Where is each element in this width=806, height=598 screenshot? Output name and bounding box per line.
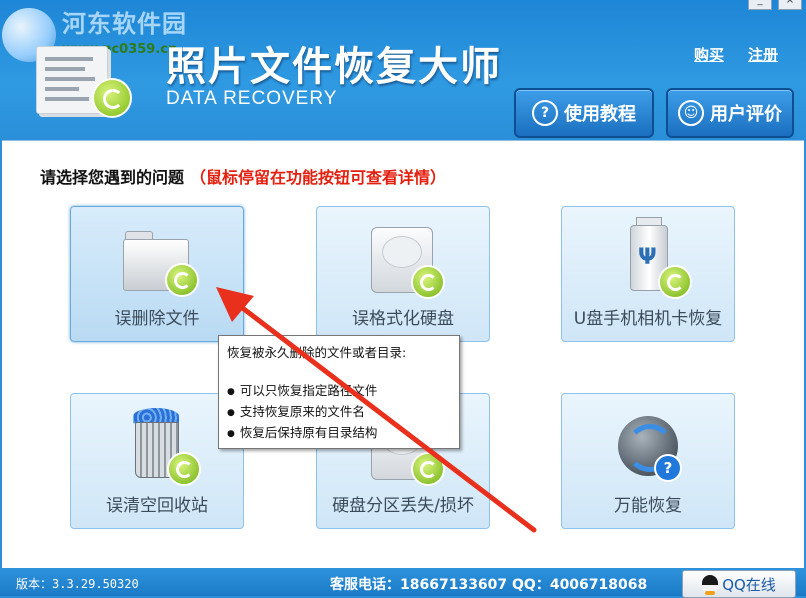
buy-link[interactable]: 购买 (694, 44, 724, 65)
review-button-label: 用户评价 (710, 104, 782, 125)
qq-online-button[interactable]: QQ在线 (682, 570, 796, 598)
tooltip-item: 恢复后保持原有目录结构 (227, 422, 378, 443)
qq-penguin-icon (702, 575, 719, 595)
prompt-label: 请选择您遇到的问题 (40, 168, 185, 187)
usb-recover-icon: Ψ (608, 217, 692, 299)
tile-label: 误删除文件 (114, 309, 200, 329)
harddisk-recover-icon (363, 221, 445, 299)
tile-label: 误格式化硬盘 (352, 309, 454, 329)
tooltip-heading: 恢复被永久删除的文件或者目录: (227, 345, 407, 360)
tutorial-button-label: 使用教程 (564, 104, 636, 125)
recycle-bin-recover-icon (117, 408, 201, 486)
review-button[interactable]: ☺ 用户评价 (666, 88, 794, 138)
folder-recover-icon (117, 221, 199, 297)
app-title: 照片文件恢复大师 (166, 44, 502, 90)
tile-label: 万能恢复 (614, 496, 682, 516)
tile-label: 硬盘分区丢失/损坏 (332, 496, 474, 516)
close-button[interactable]: × (778, 0, 802, 10)
tile-universal[interactable]: ? 万能恢复 (561, 393, 735, 529)
refresh-icon (92, 78, 132, 118)
qq-online-label: QQ在线 (722, 575, 776, 594)
prompt-text: 请选择您遇到的问题 （鼠标停留在功能按钮可查看详情） (40, 164, 446, 188)
tooltip-item: 可以只恢复指定路径文件 (227, 380, 378, 401)
minimize-button[interactable]: _ (748, 0, 772, 10)
universal-recover-icon: ? (608, 408, 688, 482)
contact-info: 客服电话：18667133607 QQ：4006718068 (330, 577, 648, 593)
tile-usb-card[interactable]: Ψ U盘手机相机卡恢复 (561, 206, 735, 342)
hint-text: （鼠标停留在功能按钮可查看详情） (190, 168, 447, 187)
app-subtitle: DATA RECOVERY (166, 88, 338, 109)
tile-deleted-files[interactable]: 误删除文件 (70, 206, 244, 342)
smile-icon: ☺ (678, 100, 704, 126)
question-icon: ? (532, 100, 558, 126)
tutorial-button[interactable]: ? 使用教程 (514, 88, 654, 138)
register-link[interactable]: 注册 (748, 44, 778, 65)
tooltip: 恢复被永久删除的文件或者目录: 可以只恢复指定路径文件 支持恢复原来的文件名 恢… (218, 335, 460, 449)
tooltip-item: 支持恢复原来的文件名 (227, 401, 377, 422)
tile-label: U盘手机相机卡恢复 (573, 309, 723, 329)
version-text: 版本：3.3.29.50320 (16, 577, 139, 591)
tile-label: 误清空回收站 (106, 496, 208, 516)
tile-formatted-disk[interactable]: 误格式化硬盘 (316, 206, 490, 342)
